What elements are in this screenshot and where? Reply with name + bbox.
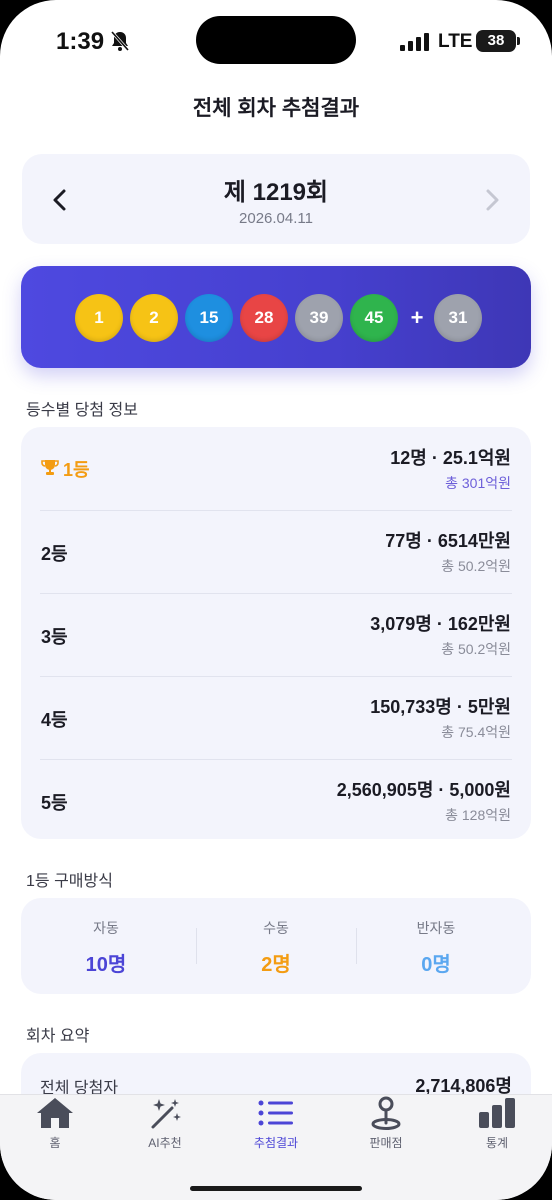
lotto-ball: 15 [185,294,233,342]
prize-rank: 2등 [41,544,68,564]
round-title: 제 1219회 [223,179,329,206]
bar-chart-icon [479,1098,515,1128]
dynamic-island [196,16,356,64]
network-type: LTE [438,31,473,52]
method-value: 2명 [261,954,291,976]
signal-icon [400,33,429,51]
tab-label: AI추천 [148,1136,182,1150]
trophy-icon [41,460,59,475]
prize-winners-amount: 12명 · 25.1억원 [390,448,511,468]
tab-label: 홈 [49,1136,61,1150]
tab-label: 추첨결과 [253,1136,299,1150]
method-auto: 자동 10명 [21,918,191,977]
home-indicator [190,1186,362,1191]
method-label: 반자동 [416,920,456,936]
tab-stores[interactable]: 판매점 [331,1096,441,1166]
lotto-ball: 39 [295,294,343,342]
method-value: 0명 [421,954,451,976]
method-semi-auto: 반자동 0명 [351,918,521,977]
prize-total: 총 50.2억원 [441,558,511,574]
lotto-ball: 2 [130,294,178,342]
prize-row: 2등 77명 · 6514만원총 50.2억원 [21,510,531,593]
prize-row: 1등 12명 · 25.1억원총 301억원 [21,427,531,510]
map-pin-icon [371,1096,401,1130]
round-date: 2026.04.11 [239,210,313,227]
prize-winners-amount: 2,560,905명 · 5,000원 [336,780,511,800]
bonus-ball: 31 [434,294,482,342]
method-label: 수동 [263,920,289,936]
list-icon [258,1100,293,1126]
prize-row: 5등 2,560,905명 · 5,000원총 128억원 [21,759,531,842]
method-section-label: 1등 구매방식 [26,873,113,890]
phone-screen: 1:39 LTE 38 전체 회차 추첨결과 제 1219회 2026.04.1… [0,0,552,1200]
prize-winners-amount: 3,079명 · 162만원 [370,614,511,634]
battery-indicator: 38 [476,30,516,52]
home-icon [37,1098,73,1128]
lotto-ball: 1 [75,294,123,342]
prize-winners-amount: 77명 · 6514만원 [385,531,511,551]
winning-numbers: 1 2 15 28 39 45 +31 [75,294,489,342]
tab-home[interactable]: 홈 [0,1096,110,1166]
method-manual: 수동 2명 [191,918,361,977]
tab-results[interactable]: 추첨결과 [221,1096,331,1166]
tab-label: 판매점 [369,1136,403,1150]
prize-total: 총 128억원 [445,807,511,823]
page-title: 전체 회차 추첨결과 [192,97,360,120]
method-value: 10명 [85,954,127,976]
silent-bell-icon [110,31,130,51]
plus-sign: + [410,305,424,330]
magic-wand-icon [151,1099,181,1129]
prize-total: 총 301억원 [445,475,511,491]
prize-winners-amount: 150,733명 · 5만원 [370,697,511,717]
prize-rank: 4등 [41,710,68,730]
tab-label: 통계 [485,1136,509,1150]
prize-rank: 3등 [41,627,68,647]
summary-section-label: 회차 요약 [26,1028,90,1045]
status-bar: 1:39 LTE 38 [0,0,552,84]
method-label: 자동 [93,920,119,936]
prize-section-label: 등수별 당첨 정보 [26,402,138,419]
prize-rank: 5등 [41,793,68,813]
status-time: 1:39 [56,28,105,55]
lotto-ball: 28 [240,294,288,342]
prize-rank: 1등 [63,460,90,480]
prize-row: 4등 150,733명 · 5만원총 75.4억원 [21,676,531,759]
prize-total: 총 75.4억원 [441,724,511,740]
battery-tip [517,37,520,45]
tab-stats[interactable]: 통계 [442,1096,552,1166]
prize-row: 3등 3,079명 · 162만원총 50.2억원 [21,593,531,676]
lotto-ball: 45 [350,294,398,342]
tab-ai-recommend[interactable]: AI추천 [110,1096,220,1166]
prize-total: 총 50.2억원 [441,641,511,657]
